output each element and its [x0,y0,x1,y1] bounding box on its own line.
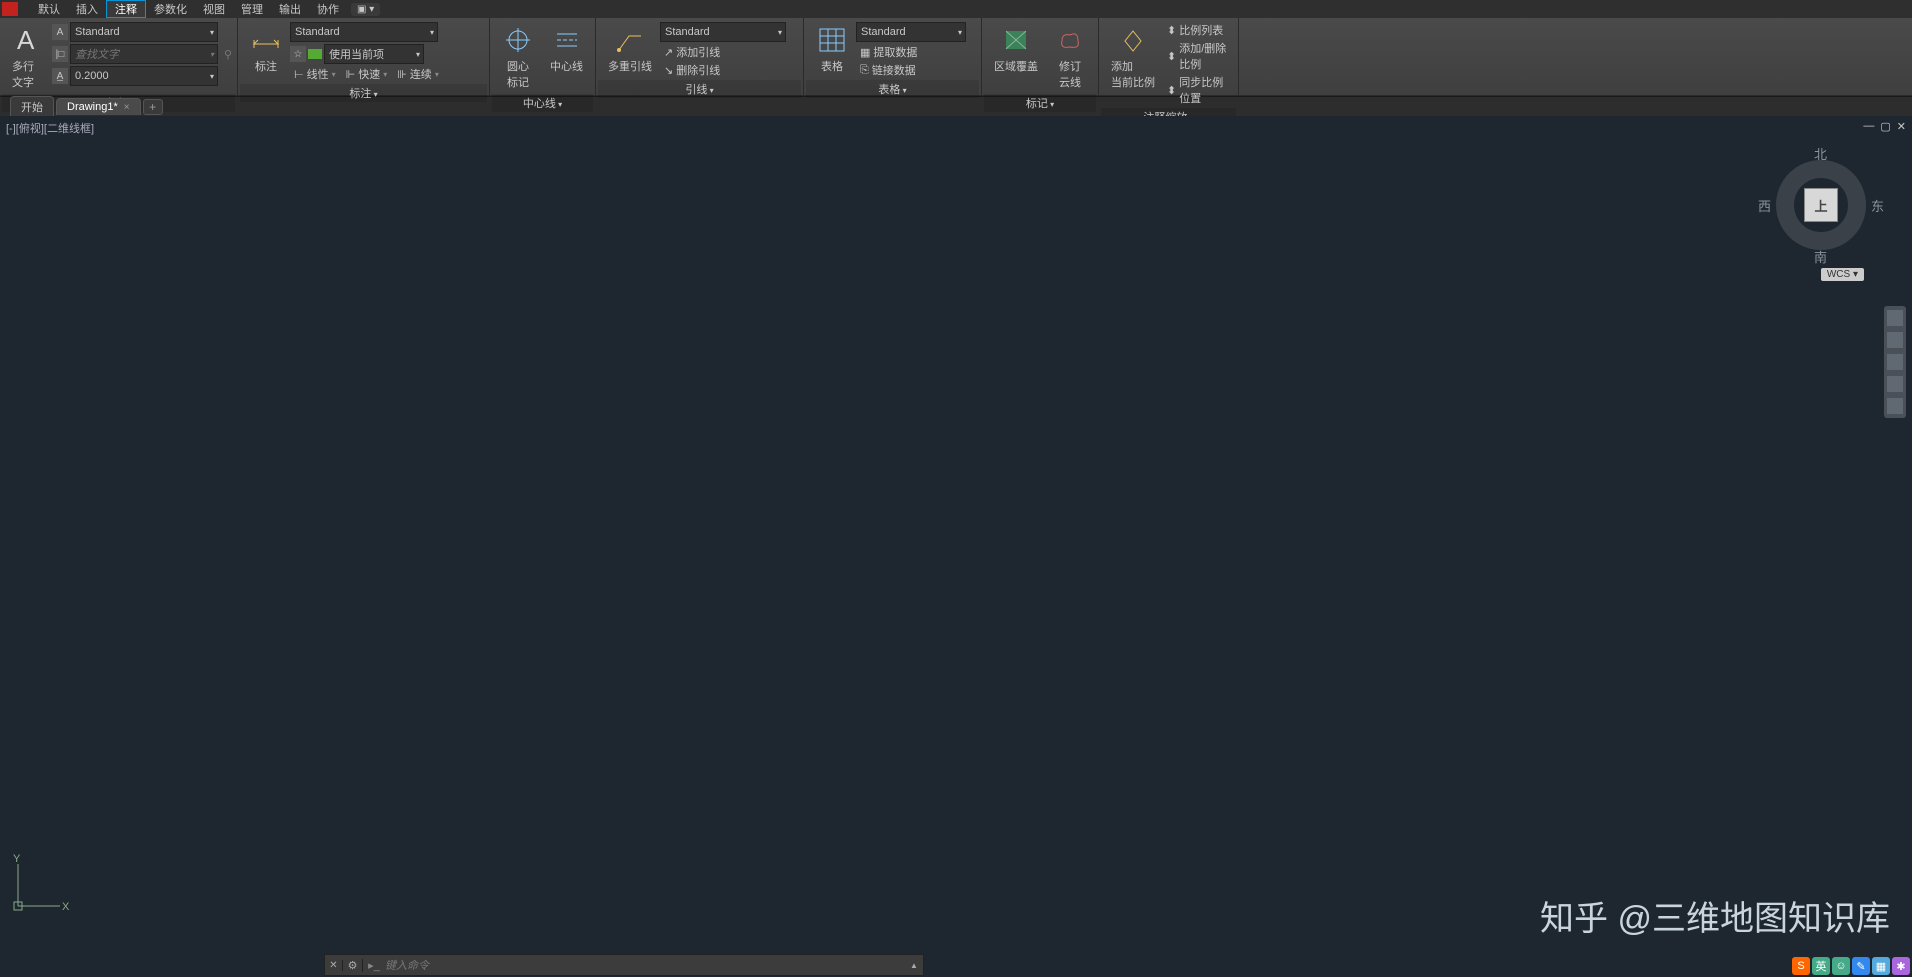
sync-scale-button[interactable]: ⬍同步比例位置 [1163,74,1234,106]
nav-orbit-icon[interactable] [1887,376,1903,392]
featured-apps-button[interactable]: ▣ ▾ [351,3,380,16]
panel-text: A 多行文字 A Standard |□ 查找文字 ⚲ A̲ 0.2000 [0,18,238,95]
find-icon[interactable]: |□ [52,46,68,62]
viewcube[interactable]: 上 北 南 西 东 [1766,150,1876,260]
dim-layer-dropdown[interactable]: 使用当前项 [324,44,424,64]
ribbon: A 多行文字 A Standard |□ 查找文字 ⚲ A̲ 0.2000 [0,18,1912,96]
menu-collab[interactable]: 协作 [309,1,347,17]
viewcube-south[interactable]: 南 [1814,247,1827,266]
ime-lang-icon[interactable]: 英 [1812,957,1830,975]
panel-title-leader[interactable]: 引线 [598,80,801,98]
text-height-dropdown[interactable]: 0.2000 [70,66,218,86]
panel-leader: 多重引线 Standard ↗添加引线 ↘删除引线 引线 [596,18,804,95]
leader-style-dropdown[interactable]: Standard [660,22,786,42]
ime-emoji-icon[interactable]: ☺ [1832,957,1850,975]
drawing-canvas[interactable]: [-][俯视][二维线框] — ▢ ✕ 上 北 南 西 东 WCS ▾ Y X … [0,116,1912,976]
close-tab-icon[interactable]: × [124,102,130,113]
ime-bar: S 英 ☺ ✎ ▦ ✱ [1792,957,1910,975]
dim-style-dropdown[interactable]: Standard [290,22,438,42]
viewcube-north[interactable]: 北 [1814,144,1827,163]
find-text-input[interactable]: 查找文字 [70,44,218,64]
app-icon[interactable] [2,2,18,16]
menu-insert[interactable]: 插入 [68,1,106,17]
panel-title-center[interactable]: 中心线 [492,94,593,112]
wcs-badge[interactable]: WCS ▾ [1821,268,1864,281]
mleader-button[interactable]: 多重引线 [600,22,660,76]
viewcube-west[interactable]: 西 [1758,196,1771,215]
command-line[interactable]: ✕ ⚙ ▸_ 键入命令 ▲ [324,954,924,976]
tab-drawing1[interactable]: Drawing1*× [56,98,141,115]
tab-start[interactable]: 开始 [10,96,54,117]
menu-bar: 默认 插入 注释 参数化 视图 管理 输出 协作 ▣ ▾ [0,0,1912,18]
navigation-bar [1884,306,1906,418]
centerline-button[interactable]: 中心线 [542,22,591,76]
menu-manage[interactable]: 管理 [233,1,271,17]
maximize-icon[interactable]: ▢ [1880,120,1890,133]
svg-text:A: A [17,25,35,55]
panel-title-table[interactable]: 表格 [806,80,979,98]
quick-dim-button[interactable]: ⊩快速 [342,66,392,82]
mtext-button[interactable]: A 多行文字 [4,22,52,92]
panel-table: 表格 Standard ▦提取数据 ⎘链接数据 表格 [804,18,982,95]
panel-annoscale: 添加 当前比例 ⬍比例列表 ⬍添加/删除比例 ⬍同步比例位置 注释缩放 [1099,18,1239,95]
viewport-window-controls: — ▢ ✕ [1863,120,1906,133]
text-style-dropdown[interactable]: Standard [70,22,218,42]
textstyle-icon[interactable]: A [52,24,68,40]
menu-annotate[interactable]: 注释 [106,0,146,18]
add-current-scale-button[interactable]: 添加 当前比例 [1103,22,1163,92]
scale-list-button[interactable]: ⬍比例列表 [1163,22,1230,38]
linear-dim-button[interactable]: ⊢线性 [290,66,340,82]
menu-parametric[interactable]: 参数化 [146,1,195,17]
panel-dimension: 标注 Standard ☆ 使用当前项 ⊢线性 ⊩快速 ⊪连续 标注 [238,18,490,95]
ime-handwrite-icon[interactable]: ✎ [1852,957,1870,975]
cmd-close-icon[interactable]: ✕ [325,960,343,971]
watermark: 知乎 @三维地图知识库 [1540,891,1890,940]
viewcube-east[interactable]: 东 [1871,196,1884,215]
nav-pan-icon[interactable] [1887,332,1903,348]
menu-default[interactable]: 默认 [30,1,68,17]
add-leader-button[interactable]: ↗添加引线 [660,44,727,60]
close-icon[interactable]: ✕ [1897,120,1906,133]
dimension-button[interactable]: 标注 [242,22,290,76]
remove-leader-button[interactable]: ↘删除引线 [660,62,727,78]
viewcube-top-face[interactable]: 上 [1804,188,1838,222]
continue-dim-button[interactable]: ⊪连续 [393,66,443,82]
svg-text:X: X [62,901,70,913]
menu-view[interactable]: 视图 [195,1,233,17]
panel-title-dim[interactable]: 标注 [240,84,487,102]
cmd-prompt-icon: ▸_ [363,959,385,972]
cmd-config-icon[interactable]: ⚙ [343,959,363,972]
search-icon[interactable]: ⚲ [220,46,236,62]
ime-settings-icon[interactable]: ✱ [1892,957,1910,975]
panel-title-markup[interactable]: 标记 [984,94,1096,112]
textheight-icon[interactable]: A̲ [52,68,68,84]
cmd-history-icon[interactable]: ▲ [905,961,923,970]
menu-output[interactable]: 输出 [271,1,309,17]
nav-showmotion-icon[interactable] [1887,398,1903,414]
nav-zoom-icon[interactable] [1887,354,1903,370]
link-data-button[interactable]: ⎘链接数据 [856,62,923,78]
ime-keyboard-icon[interactable]: ▦ [1872,957,1890,975]
ucs-icon: Y X [10,854,70,914]
table-button[interactable]: 表格 [808,22,856,76]
minimize-icon[interactable]: — [1863,120,1874,133]
extract-data-button[interactable]: ▦提取数据 [856,44,924,60]
drawing-content [0,116,300,266]
svg-text:Y: Y [13,854,21,865]
ime-sogou-icon[interactable]: S [1792,957,1810,975]
revcloud-button[interactable]: 修订 云线 [1046,22,1094,92]
cmd-input[interactable]: 键入命令 [385,957,905,973]
new-tab-button[interactable]: + [143,99,163,115]
panel-markup: 区域覆盖 修订 云线 标记 [982,18,1099,95]
add-remove-scale-button[interactable]: ⬍添加/删除比例 [1163,40,1234,72]
bylayer-swatch [308,49,322,59]
centermark-button[interactable]: 圆心 标记 [494,22,542,92]
table-style-dropdown[interactable]: Standard [856,22,966,42]
wipeout-button[interactable]: 区域覆盖 [986,22,1046,76]
nav-wheel-icon[interactable] [1887,310,1903,326]
dimlayer-icon[interactable]: ☆ [290,46,306,62]
panel-centerline: 圆心 标记 中心线 中心线 [490,18,596,95]
